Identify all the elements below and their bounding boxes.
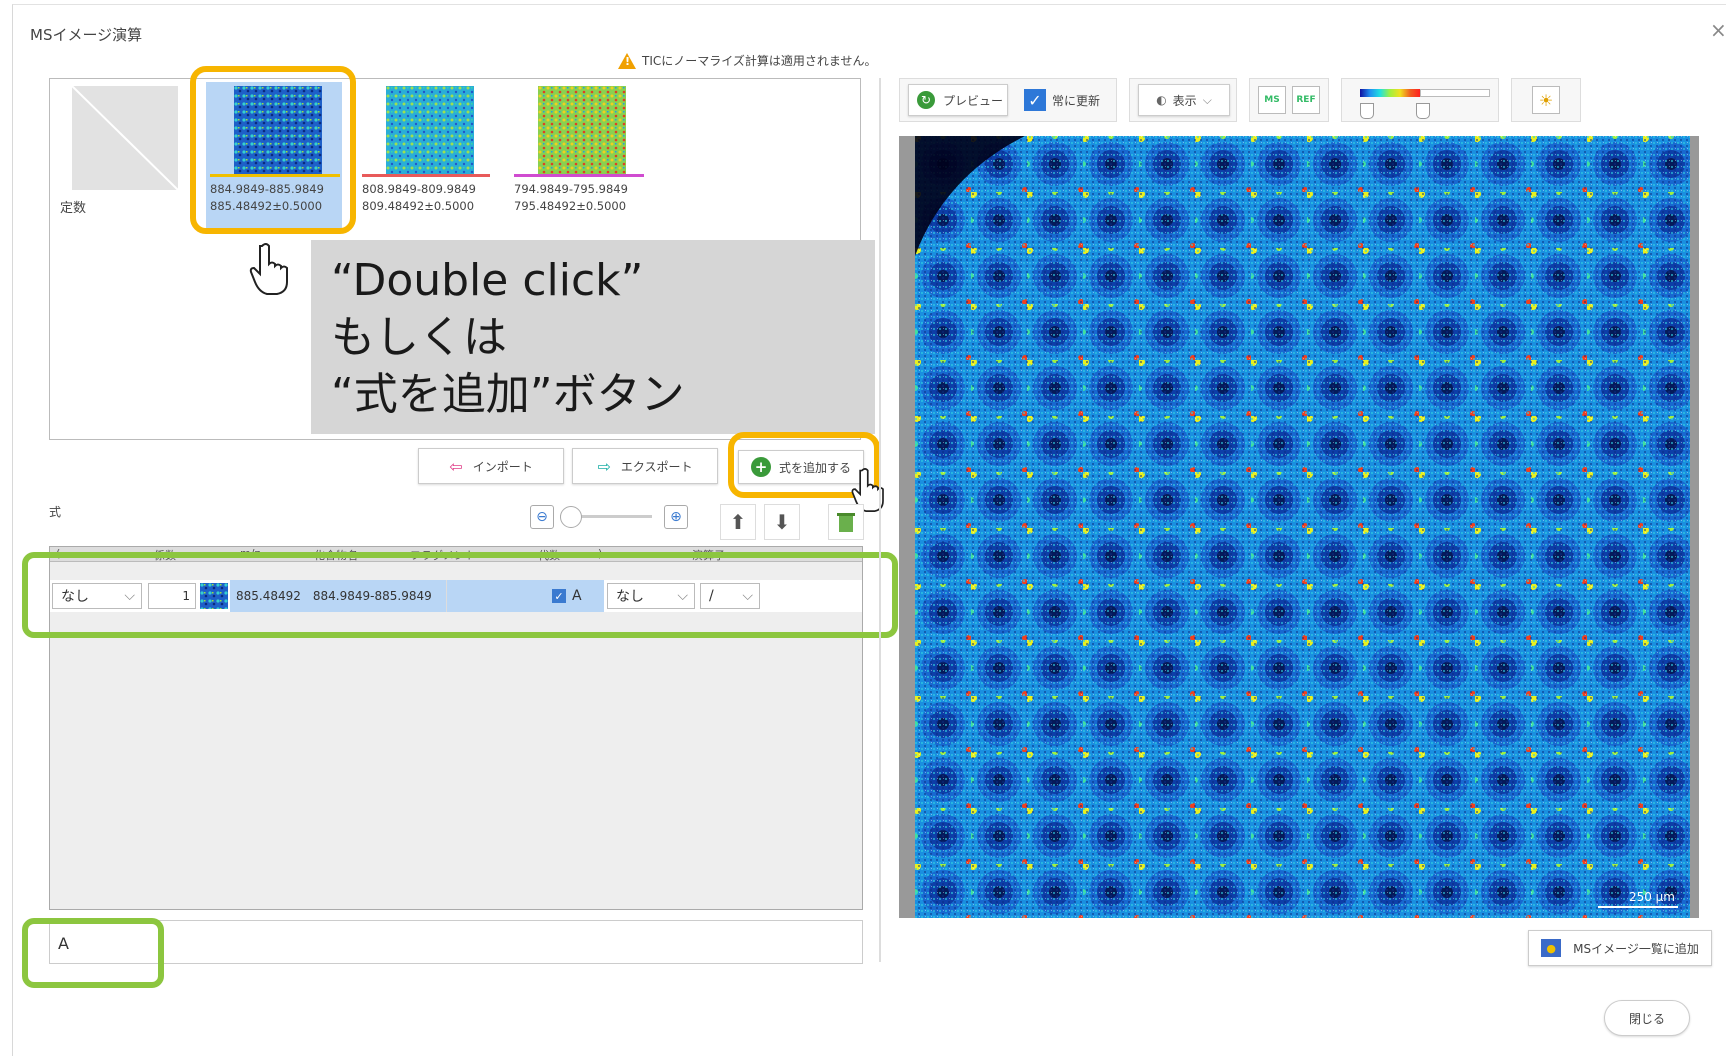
thumbnail-3-underline (514, 174, 644, 177)
add-to-ms-image-list-button[interactable]: ● MSイメージ一覧に追加 (1528, 930, 1712, 966)
thumbnail-highlight (190, 66, 356, 234)
import-button[interactable]: ⇦ インポート (418, 448, 564, 484)
ms-ref-toolbar-group: MS REF (1249, 78, 1329, 122)
close-icon[interactable]: × (1710, 18, 1727, 42)
brightness-group: ☀ (1511, 78, 1581, 122)
chevron-down-icon: ⌵ (1202, 92, 1212, 107)
warning-text: TICにノーマライズ計算は適用されません。 (642, 54, 877, 68)
preview-toolbar-group: ↻ プレビュー ✓ 常に更新 (899, 78, 1117, 122)
display-dropdown[interactable]: ◐ 表示 ⌵ (1138, 84, 1230, 116)
thumbnail-2-range: 808.9849-809.9849 (362, 182, 476, 196)
hand-cursor-icon (248, 240, 300, 302)
scale-bar-label: 250 µm (1628, 890, 1675, 904)
zoom-slider-thumb[interactable] (560, 506, 582, 528)
row-highlight (22, 552, 898, 638)
delete-trash-icon[interactable] (828, 504, 864, 540)
normalize-warning: TICにノーマライズ計算は適用されません。 (618, 52, 877, 69)
preview-button[interactable]: ↻ プレビュー (908, 84, 1008, 116)
ms-icon[interactable]: MS (1258, 86, 1286, 114)
move-down-icon[interactable]: ⬇ (764, 504, 800, 540)
thumbnail-3-range: 794.9849-795.9849 (514, 182, 628, 196)
window-title: MSイメージ演算 (30, 26, 143, 44)
display-toolbar-group: ◐ 表示 ⌵ (1129, 78, 1237, 122)
panel-divider (879, 78, 881, 962)
close-label: 閉じる (1628, 1011, 1665, 1026)
preview-label: プレビュー (943, 93, 1004, 108)
add-to-list-label: MSイメージ一覧に追加 (1573, 941, 1699, 956)
add-image-icon: ● (1541, 939, 1562, 957)
ms-image-thumbnail-3[interactable] (538, 86, 626, 174)
close-button[interactable]: 閉じる (1604, 1000, 1690, 1036)
constant-thumbnail[interactable] (72, 86, 178, 190)
display-label: 表示 (1172, 93, 1197, 108)
color-gradient-white (1420, 89, 1490, 97)
import-label: インポート (472, 459, 533, 474)
instruction-callout: “Double click” もしくは “式を追加”ボタン (311, 240, 875, 434)
color-scale-group (1341, 78, 1499, 122)
ms-image-preview[interactable]: 250 µm (899, 136, 1699, 918)
always-update-checkbox[interactable]: ✓ (1024, 89, 1046, 111)
import-icon: ⇦ (449, 456, 463, 476)
move-up-icon[interactable]: ⬆ (720, 504, 756, 540)
ms-image-thumbnail-2[interactable] (386, 86, 474, 174)
zoom-in-icon[interactable]: ⊕ (664, 505, 688, 529)
export-label: エクスポート (620, 459, 693, 474)
thumbnail-3-mz: 795.48492±0.5000 (514, 199, 627, 213)
ref-icon[interactable]: REF (1292, 86, 1320, 114)
refresh-icon: ↻ (917, 91, 935, 109)
result-highlight (22, 918, 164, 988)
formula-section-label: 式 (49, 505, 62, 519)
zoom-out-icon[interactable]: ⊖ (530, 505, 554, 529)
sun-icon[interactable]: ☀ (1532, 86, 1560, 114)
export-button[interactable]: ⇨ エクスポート (572, 448, 718, 484)
thumbnail-2-mz: 809.48492±0.5000 (362, 199, 475, 213)
ms-image-canvas: 250 µm (915, 136, 1690, 918)
eye-icon: ◐ (1156, 93, 1167, 107)
export-icon: ⇨ (597, 456, 611, 476)
formula-result-field[interactable] (49, 920, 863, 964)
constant-label: 定数 (60, 201, 87, 216)
instruction-text: “Double click” もしくは “式を追加”ボタン (331, 255, 685, 420)
warning-icon (618, 52, 636, 69)
always-update-label: 常に更新 (1052, 93, 1101, 108)
scale-bar (1598, 906, 1678, 908)
thumbnail-2-underline (362, 174, 490, 177)
color-gradient (1360, 89, 1420, 97)
color-max-handle[interactable] (1416, 103, 1430, 119)
color-min-handle[interactable] (1360, 103, 1374, 119)
